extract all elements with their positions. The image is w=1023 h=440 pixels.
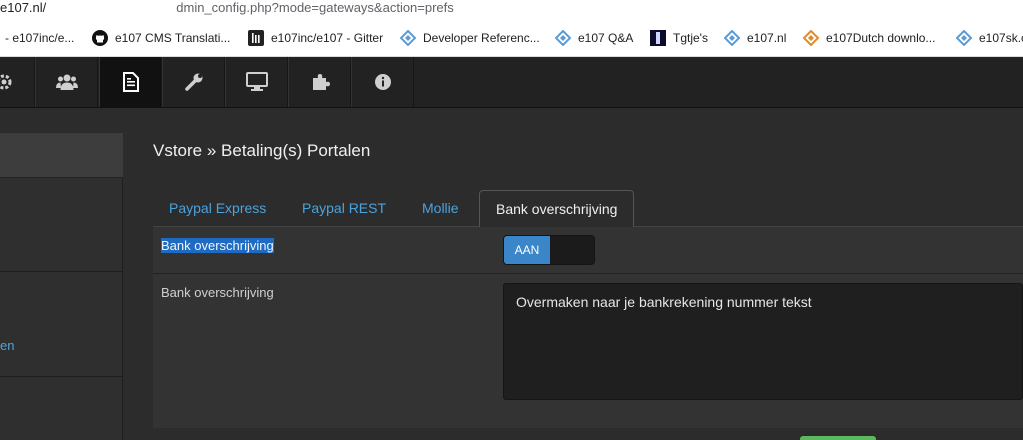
toggle-label: Bank overschrijving xyxy=(161,238,274,253)
url-text[interactable]: e107.nl/dmin_config.php?mode=gateways&ac… xyxy=(0,0,454,15)
url-path: dmin_config.php?mode=gateways&action=pre… xyxy=(176,0,454,15)
bookmark-8[interactable]: e107Dutch downlo... xyxy=(803,28,935,48)
tab-paypal-express[interactable]: Paypal Express xyxy=(153,190,282,227)
bookmarks-bar: - e107inc/e... e107 CMS Translati... e10… xyxy=(0,18,1023,57)
admin-navbar xyxy=(0,57,1023,108)
text-label: Bank overschrijving xyxy=(161,285,274,300)
gateway-tabs: Paypal Express Paypal REST Mollie Bank o… xyxy=(153,190,1023,228)
nav-settings[interactable] xyxy=(0,57,35,107)
address-bar[interactable]: e107.nl/dmin_config.php?mode=gateways&ac… xyxy=(0,0,1023,18)
bookmark-label: e107.nl xyxy=(747,31,787,45)
bookmark-label: e107 CMS Translati... xyxy=(115,31,231,45)
tab-mollie[interactable]: Mollie xyxy=(406,190,475,227)
bookmark-4[interactable]: Developer Referenc... xyxy=(400,28,540,48)
bookmark-6[interactable]: Tgtje's xyxy=(650,28,708,48)
info-icon xyxy=(374,73,392,91)
url-redacted xyxy=(46,0,177,14)
nav-content[interactable] xyxy=(99,57,162,107)
nav-tools[interactable] xyxy=(162,57,225,107)
e107-diamond-icon xyxy=(724,30,740,46)
sidebar-link[interactable]: en xyxy=(0,338,14,353)
tgtje-icon xyxy=(650,30,666,46)
nav-appearance[interactable] xyxy=(225,57,288,107)
tab-bank-overschrijving[interactable]: Bank overschrijving xyxy=(479,190,635,228)
bookmark-5[interactable]: e107 Q&A xyxy=(555,28,633,48)
bookmark-7[interactable]: e107.nl xyxy=(724,28,786,48)
nav-plugins[interactable] xyxy=(288,57,351,107)
bookmark-label: e107Dutch downlo... xyxy=(826,31,936,45)
e107-diamond-icon xyxy=(956,30,972,46)
e107-diamond-icon xyxy=(400,30,416,46)
sidebar-divider xyxy=(0,376,123,377)
nav-about[interactable] xyxy=(351,57,414,107)
github-icon xyxy=(92,30,108,46)
nav-users[interactable] xyxy=(35,57,98,107)
gitter-icon xyxy=(248,30,264,46)
instructions-textarea[interactable]: Overmaken naar je bankrekening nummer te… xyxy=(503,283,1023,400)
users-icon xyxy=(55,73,78,91)
bookmark-9[interactable]: e107sk.c xyxy=(956,28,1023,48)
content-icon xyxy=(122,72,140,92)
e107-orange-diamond-icon xyxy=(803,30,819,46)
monitor-icon xyxy=(245,72,268,92)
tab-paypal-rest[interactable]: Paypal REST xyxy=(286,190,402,227)
bookmark-label: Developer Referenc... xyxy=(423,31,540,45)
bookmark-label: Tgtje's xyxy=(673,31,708,45)
url-host: e107.nl/ xyxy=(0,0,47,15)
page-title: Vstore » Betaling(s) Portalen xyxy=(153,141,371,160)
gear-icon xyxy=(0,72,14,92)
save-button[interactable] xyxy=(800,436,876,440)
sidebar-divider xyxy=(0,271,123,272)
settings-panel: Bank overschrijving AAN Bank overschrijv… xyxy=(153,227,1023,428)
sidebar-header xyxy=(0,133,123,178)
bookmark-label: - e107inc/e... xyxy=(5,31,75,45)
bookmark-label: e107 Q&A xyxy=(578,31,634,45)
bookmark-label: e107inc/e107 - Gitter xyxy=(271,31,384,45)
puzzle-icon xyxy=(310,72,330,92)
toggle-on-label: AAN xyxy=(504,236,550,264)
bookmark-3[interactable]: e107inc/e107 - Gitter xyxy=(248,28,383,48)
sidebar: en xyxy=(0,133,123,440)
enable-toggle[interactable]: AAN xyxy=(503,235,595,265)
bookmark-2[interactable]: e107 CMS Translati... xyxy=(92,28,230,48)
e107-diamond-icon xyxy=(555,30,571,46)
wrench-icon xyxy=(184,72,204,92)
bookmark-1[interactable]: - e107inc/e... xyxy=(5,28,74,48)
bookmark-label: e107sk.c xyxy=(979,31,1023,45)
row-divider xyxy=(153,273,1023,274)
